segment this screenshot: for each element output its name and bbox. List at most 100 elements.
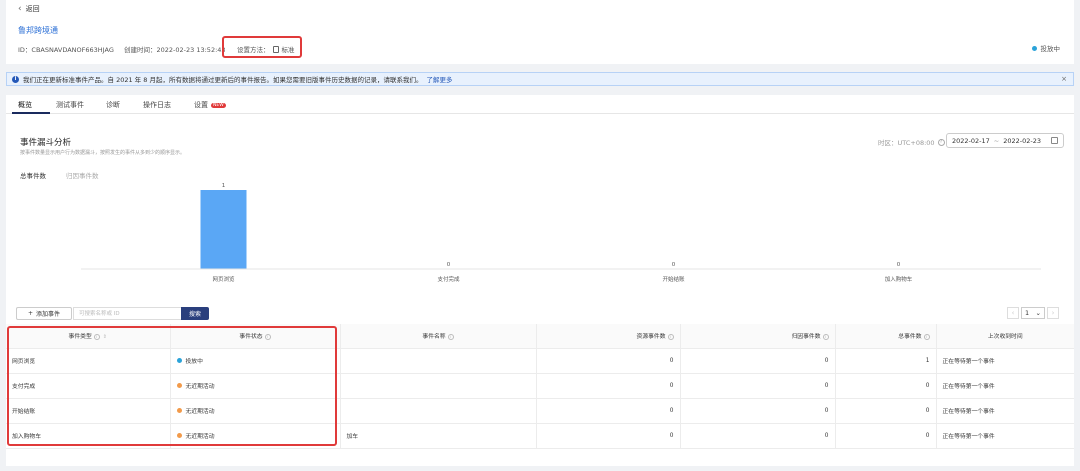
attributed-count: 0 bbox=[680, 398, 836, 424]
total-count: 1 bbox=[835, 348, 937, 374]
last-received: 正在等待第一个事件 bbox=[936, 423, 1074, 449]
notice-text: 我们正在更新标准事件产品。自 2021 年 8 月起，所有数据将通过更新后的事件… bbox=[23, 76, 423, 84]
tab-test-events[interactable]: 测试事件 bbox=[56, 100, 84, 110]
status-dot-icon bbox=[176, 408, 182, 413]
calendar-icon bbox=[1051, 137, 1058, 144]
info-icon: i bbox=[264, 333, 271, 340]
last-received: 正在等待第一个事件 bbox=[936, 373, 1074, 399]
search-input[interactable] bbox=[73, 307, 181, 320]
funnel-chart: 1 网页浏览 0 支付完成 0 开始结账 0 加入购物车 bbox=[81, 183, 1041, 283]
event-status: 无近期活动 bbox=[170, 373, 341, 399]
chart-data-label: 0 bbox=[672, 262, 676, 268]
table-row[interactable]: 开始结账 无近期活动 0 0 0 正在等待第一个事件 bbox=[6, 398, 1074, 424]
date-range-picker[interactable]: 2022-02-17 ~ 2022-02-23 bbox=[946, 133, 1064, 148]
resource-count: 0 bbox=[536, 423, 681, 449]
col-event-type[interactable]: 事件类型 i ⇕ bbox=[6, 324, 171, 349]
event-name: 加车 bbox=[340, 423, 537, 449]
events-table: 事件类型 i ⇕ 事件状态 i 事件名称 i 资源事件数 i 归因事件数 i 总事件数 i 上… bbox=[6, 324, 1074, 449]
last-received: 正在等待第一个事件 bbox=[936, 398, 1074, 424]
chart-data-label: 0 bbox=[897, 262, 901, 268]
tab-activity-log[interactable]: 操作日志 bbox=[143, 100, 171, 110]
status-dot-icon bbox=[176, 358, 182, 363]
event-status: 无近期活动 bbox=[170, 423, 341, 449]
new-badge: NEW bbox=[211, 102, 226, 108]
col-total-label: 总事件数 bbox=[898, 334, 922, 341]
info-icon: i bbox=[822, 333, 829, 340]
chart-data-label: 0 bbox=[447, 262, 451, 268]
close-icon[interactable]: × bbox=[1061, 75, 1067, 83]
search-button[interactable]: 搜索 bbox=[181, 307, 209, 320]
table-row[interactable]: 加入购物车 无近期活动 加车 0 0 0 正在等待第一个事件 bbox=[6, 423, 1074, 449]
event-type: 开始结账 bbox=[6, 398, 171, 424]
chart-tick-label: 网页浏览 bbox=[212, 275, 235, 283]
overview-panel: 事件漏斗分析 按事件数量显示用户行为数据漏斗，按照发生的事件从多到少的顺序显示。… bbox=[6, 114, 1074, 466]
plus-icon: + bbox=[27, 310, 33, 317]
back-link[interactable]: ‹ 返回 bbox=[18, 4, 40, 14]
help-icon[interactable]: ? bbox=[937, 138, 945, 146]
chart-data-label: 1 bbox=[222, 183, 226, 189]
tab-settings-label: 设置 bbox=[194, 101, 208, 109]
event-type: 支付完成 bbox=[6, 373, 171, 399]
learn-more-link[interactable]: 了解更多 bbox=[426, 74, 452, 84]
event-type: 加入购物车 bbox=[6, 423, 171, 449]
back-label: 返回 bbox=[25, 5, 40, 13]
col-event-name-label: 事件名称 bbox=[422, 334, 446, 341]
sort-icon[interactable]: ⇕ bbox=[103, 334, 107, 340]
attributed-count: 0 bbox=[680, 373, 836, 399]
col-total-events: 总事件数 i bbox=[835, 324, 937, 349]
col-event-name: 事件名称 i bbox=[340, 324, 537, 349]
event-type: 网页浏览 bbox=[6, 348, 171, 374]
created-time: 创建时间：2022-02-23 13:52:43 bbox=[124, 46, 226, 54]
funnel-title: 事件漏斗分析 bbox=[20, 138, 72, 148]
tab-overview[interactable]: 概览 bbox=[18, 100, 32, 110]
status-dot-icon bbox=[1031, 45, 1037, 51]
chevron-down-icon: ⌄ bbox=[1035, 309, 1041, 317]
info-icon: i bbox=[12, 75, 19, 83]
resource-count: 0 bbox=[536, 373, 681, 399]
tab-settings[interactable]: 设置 NEW bbox=[194, 100, 226, 110]
page-select[interactable]: 1 ⌄ bbox=[1021, 307, 1045, 319]
chart-bar[interactable] bbox=[200, 190, 247, 269]
info-icon: i bbox=[93, 333, 100, 340]
event-name bbox=[340, 348, 537, 374]
info-icon: i bbox=[667, 333, 674, 340]
table-row[interactable]: 网页浏览 投放中 0 0 1 正在等待第一个事件 bbox=[6, 348, 1074, 374]
event-status: 投放中 bbox=[170, 348, 341, 374]
timezone: 时区：UTC+08:00 ? bbox=[878, 137, 945, 147]
event-status: 无近期活动 bbox=[170, 398, 341, 424]
chart-tick-label: 加入购物车 bbox=[885, 275, 913, 283]
date-separator: ~ bbox=[993, 136, 1000, 145]
event-status-text: 投放中 bbox=[185, 359, 203, 365]
event-name bbox=[340, 373, 537, 399]
next-page-icon[interactable]: › bbox=[1047, 307, 1059, 319]
status-dot-icon bbox=[176, 433, 182, 438]
total-count: 0 bbox=[835, 423, 937, 449]
pixel-name[interactable]: 鲁邦跨境通 bbox=[18, 25, 58, 36]
attributed-count: 0 bbox=[680, 423, 836, 449]
col-event-status: 事件状态 i bbox=[170, 324, 341, 349]
resource-count: 0 bbox=[536, 398, 681, 424]
current-page: 1 bbox=[1025, 309, 1030, 317]
col-resource-label: 资源事件数 bbox=[636, 334, 666, 341]
table-row[interactable]: 支付完成 无近期活动 0 0 0 正在等待第一个事件 bbox=[6, 373, 1074, 399]
tab-diagnostics[interactable]: 诊断 bbox=[106, 100, 120, 110]
attributed-count: 0 bbox=[680, 348, 836, 374]
col-last-received: 上次收到时间 bbox=[936, 324, 1074, 349]
info-icon: i bbox=[923, 333, 930, 340]
pixel-status-text: 投放中 bbox=[1040, 45, 1061, 53]
timezone-label: 时区：UTC+08:00 bbox=[878, 139, 935, 147]
status-dot-icon bbox=[176, 383, 182, 388]
total-count: 0 bbox=[835, 398, 937, 424]
add-event-button[interactable]: + 添加事件 bbox=[16, 307, 72, 320]
table-header-row: 事件类型 i ⇕ 事件状态 i 事件名称 i 资源事件数 i 归因事件数 i 总事件数 i 上… bbox=[6, 324, 1074, 349]
funnel-subtitle: 按事件数量显示用户行为数据漏斗，按照发生的事件从多到少的顺序显示。 bbox=[20, 150, 186, 156]
highlight-box-setup-method bbox=[222, 36, 302, 58]
chart-tick-label: 开始结账 bbox=[662, 275, 685, 283]
add-event-label: 添加事件 bbox=[36, 311, 61, 318]
prev-page-icon[interactable]: ‹ bbox=[1007, 307, 1019, 319]
event-name bbox=[340, 398, 537, 424]
col-event-status-label: 事件状态 bbox=[239, 334, 263, 341]
date-end: 2022-02-23 bbox=[1003, 136, 1042, 145]
pagination: ‹ 1 ⌄ › bbox=[1007, 307, 1059, 319]
chevron-left-icon: ‹ bbox=[18, 4, 22, 14]
